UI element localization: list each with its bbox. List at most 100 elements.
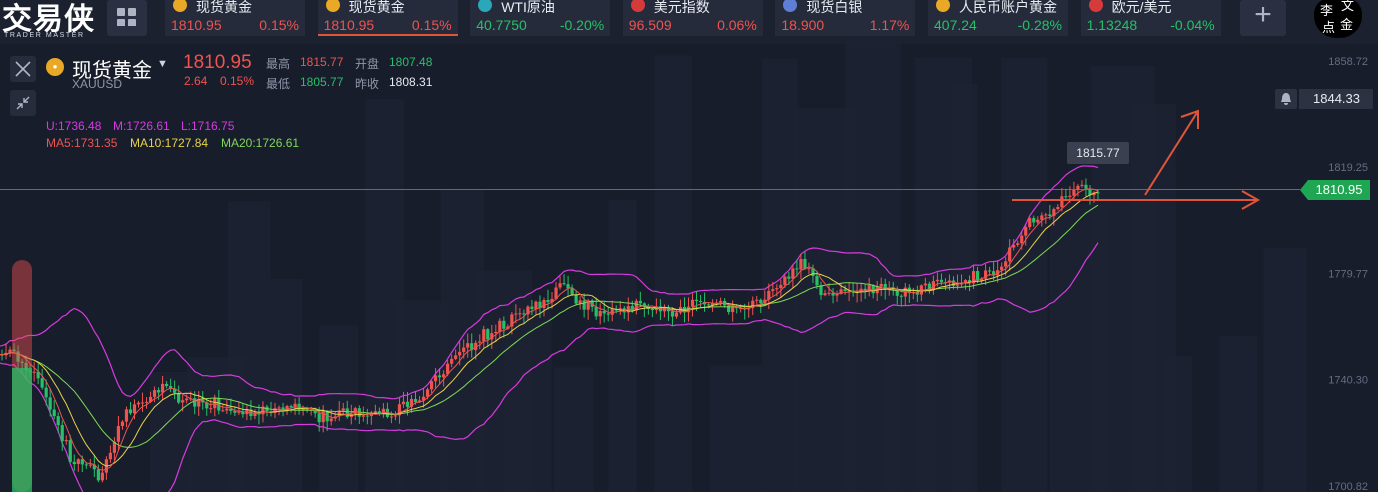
candle — [156, 390, 161, 393]
skyline-building — [227, 201, 271, 492]
candle — [136, 402, 141, 405]
candle — [755, 299, 759, 301]
price-alert-value[interactable]: 1844.33 — [1299, 89, 1373, 109]
ma10-value: MA10:1727.84 — [130, 136, 209, 150]
candle — [514, 313, 518, 315]
candle — [365, 415, 369, 417]
candle — [466, 343, 470, 348]
boll-middle: M:1726.61 — [113, 119, 170, 133]
candle — [610, 309, 614, 315]
candle — [690, 299, 695, 307]
candle — [775, 288, 779, 290]
candle — [56, 416, 60, 426]
candle — [345, 408, 349, 418]
candle — [44, 387, 48, 398]
skyline-building — [553, 367, 594, 492]
candle — [731, 306, 735, 313]
candle — [413, 398, 418, 403]
candle — [48, 397, 52, 410]
skyline-building — [1219, 336, 1258, 492]
candle — [522, 313, 526, 315]
candle — [373, 411, 377, 413]
candle — [843, 289, 847, 291]
candle — [193, 398, 197, 407]
candle — [779, 284, 783, 289]
candle — [498, 320, 502, 332]
bell-icon — [1281, 93, 1291, 105]
candle — [542, 299, 546, 308]
candle — [482, 329, 486, 342]
candle — [185, 398, 189, 401]
y-tick-label: 1779.77 — [1328, 269, 1368, 281]
candle — [1028, 218, 1032, 228]
candle — [100, 472, 104, 481]
candle — [494, 331, 498, 334]
current-price-tag: 1810.95 — [1300, 180, 1370, 200]
candle — [84, 464, 88, 466]
skyline-building — [1001, 58, 1048, 492]
candle — [40, 378, 44, 388]
candle — [124, 409, 129, 422]
shrink-icon — [16, 96, 30, 110]
candle — [1012, 244, 1016, 248]
candle — [1016, 243, 1020, 245]
candle — [1004, 261, 1008, 267]
close-button[interactable] — [10, 56, 36, 82]
collapse-button[interactable] — [10, 90, 36, 116]
candle — [289, 406, 293, 408]
candle — [221, 410, 225, 412]
candle — [88, 464, 92, 466]
high-label: 最高 — [266, 57, 291, 71]
candle — [152, 390, 157, 397]
candle — [120, 421, 125, 427]
ma5-value: MA5:1731.35 — [46, 136, 118, 150]
candle — [899, 295, 903, 297]
candle — [783, 276, 787, 285]
candle — [160, 383, 165, 393]
candle — [462, 347, 466, 352]
ma20-value: MA20:1726.61 — [221, 136, 300, 150]
candle — [939, 279, 944, 283]
symbol-change: 2.64 — [184, 74, 208, 88]
y-tick-label: 1700.82 — [1328, 481, 1368, 492]
candle — [1036, 219, 1040, 223]
skyline-building — [709, 365, 763, 492]
chevron-down-icon[interactable]: ▼ — [157, 58, 168, 70]
candle — [574, 294, 578, 304]
candle — [144, 401, 149, 403]
candle — [233, 411, 237, 413]
candle — [433, 375, 438, 382]
price-alert-button[interactable] — [1275, 89, 1297, 109]
candle — [650, 308, 654, 311]
candle — [879, 283, 883, 287]
candle — [1024, 227, 1028, 236]
candle — [209, 408, 213, 410]
candle — [670, 311, 675, 317]
candle — [598, 310, 602, 317]
close-icon — [15, 61, 31, 77]
candle — [438, 375, 442, 378]
candle — [530, 306, 534, 309]
open-label: 开盘 — [355, 57, 380, 71]
candle — [674, 312, 679, 317]
boll-upper: U:1736.48 — [46, 119, 102, 133]
candle — [566, 284, 570, 289]
y-tick-label: 1819.25 — [1328, 162, 1368, 174]
chart-background — [0, 42, 1307, 492]
candle — [923, 283, 927, 286]
candle — [771, 289, 775, 291]
candle — [60, 425, 64, 442]
candle — [578, 300, 582, 304]
candle — [807, 268, 811, 270]
candle — [815, 276, 819, 286]
candle — [108, 452, 113, 460]
y-tick-label: 1858.72 — [1328, 56, 1368, 68]
candle — [425, 389, 430, 397]
prev-close-value: 1808.31 — [389, 75, 433, 89]
candle — [955, 284, 960, 286]
candle — [52, 409, 56, 417]
symbol-price: 1810.95 — [183, 52, 252, 73]
candle — [478, 341, 482, 343]
candle — [759, 299, 763, 304]
skyline-building — [269, 279, 303, 492]
